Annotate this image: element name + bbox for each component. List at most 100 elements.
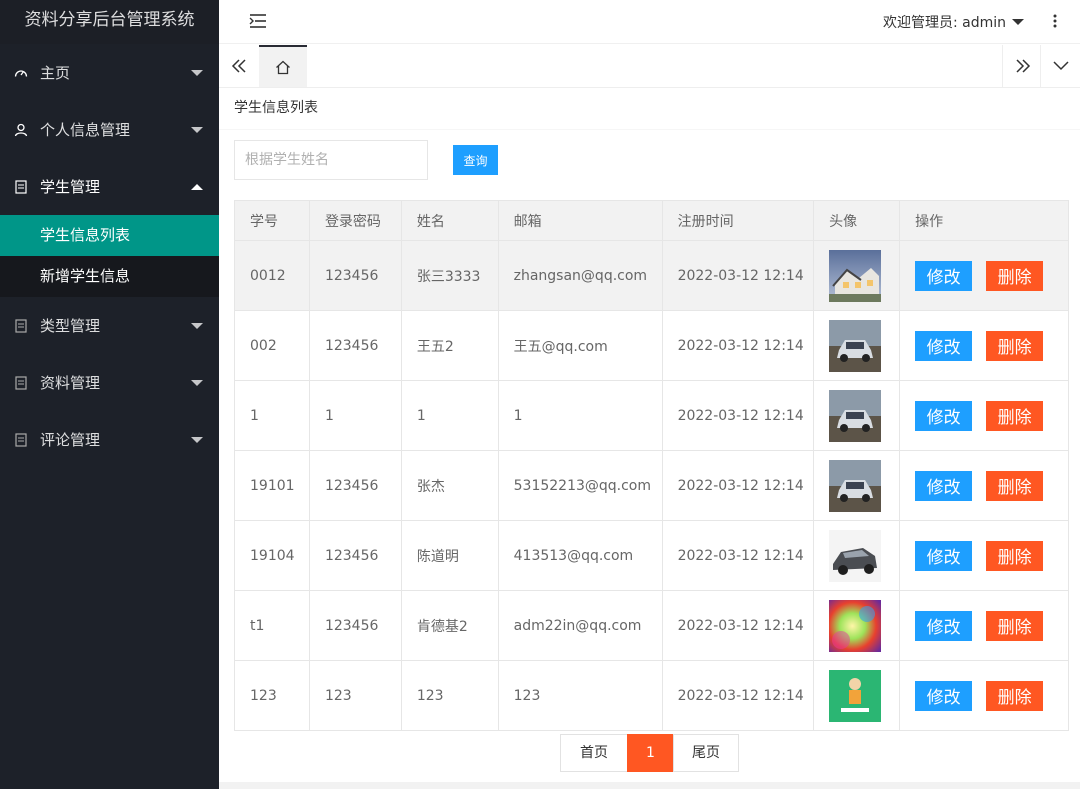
sidebar-item-label: 学生管理 — [40, 178, 101, 196]
cell-email: 1 — [497, 380, 663, 451]
cell-name: 肯德基2 — [400, 590, 499, 661]
edit-button[interactable]: 修改 — [915, 610, 973, 641]
cell-name: 张杰 — [400, 450, 499, 521]
sidebar-item-types[interactable]: 类型管理 — [0, 297, 219, 354]
cell-name: 王五2 — [400, 310, 499, 381]
delete-button[interactable]: 删除 — [986, 260, 1044, 291]
cell-id: 0012 — [234, 240, 310, 311]
cell-email: 413513@qq.com — [497, 520, 663, 591]
chevron-down-icon — [191, 69, 203, 76]
edit-button[interactable]: 修改 — [915, 470, 973, 501]
last-page-button[interactable]: 尾页 — [673, 734, 739, 772]
table-row: 0012 123456 张三3333 zhangsan@qq.com 2022-… — [234, 240, 1069, 311]
tabs-scroll-left-button[interactable] — [219, 45, 259, 87]
search-bar: 查询 — [234, 140, 498, 180]
cell-avatar — [813, 660, 901, 731]
cell-id: t1 — [234, 590, 310, 661]
tabs-menu-button[interactable] — [1040, 45, 1080, 87]
table-row: 1 1 1 1 2022-03-12 12:14 修改 删除 — [234, 380, 1069, 451]
sidebar-item-label: 主页 — [40, 64, 71, 82]
edit-button[interactable]: 修改 — [915, 330, 973, 361]
menu-fold-icon[interactable] — [249, 13, 267, 29]
cell-avatar — [813, 590, 901, 661]
sidebar-item-students[interactable]: 学生管理 — [0, 158, 219, 215]
delete-button[interactable]: 删除 — [986, 680, 1044, 711]
cell-email: 123 — [497, 660, 663, 731]
cell-name: 123 — [400, 660, 499, 731]
page-number-current[interactable]: 1 — [627, 734, 674, 772]
sidebar-item-label: 资料管理 — [40, 374, 101, 392]
cell-time: 2022-03-12 12:14 — [661, 310, 815, 381]
cell-email: 王五@qq.com — [497, 310, 663, 381]
cell-actions: 修改 删除 — [899, 450, 1069, 521]
sidebar-item-profile[interactable]: 个人信息管理 — [0, 101, 219, 158]
cell-avatar — [813, 310, 901, 381]
chevron-up-icon — [191, 183, 203, 190]
page-title: 学生信息列表 — [219, 88, 1080, 130]
user-menu[interactable]: 欢迎管理员: admin — [883, 12, 1024, 32]
document-icon — [14, 375, 28, 390]
edit-button[interactable]: 修改 — [915, 260, 973, 291]
cell-password: 123456 — [308, 520, 402, 591]
edit-button[interactable]: 修改 — [915, 400, 973, 431]
sidebar-item-student-list[interactable]: 学生信息列表 — [0, 215, 219, 256]
cell-time: 2022-03-12 12:14 — [661, 240, 815, 311]
tabs-scroll-right-button[interactable] — [1002, 45, 1042, 87]
document-icon — [14, 318, 28, 333]
cell-actions: 修改 删除 — [899, 380, 1069, 451]
cell-actions: 修改 删除 — [899, 310, 1069, 381]
cell-id: 19104 — [234, 520, 310, 591]
column-header: 头像 — [813, 200, 901, 241]
students-submenu: 学生信息列表 新增学生信息 — [0, 215, 219, 297]
first-page-button[interactable]: 首页 — [560, 734, 628, 772]
chevron-down-icon — [191, 379, 203, 386]
tab-bar — [219, 45, 1080, 88]
column-header: 学号 — [234, 200, 310, 241]
cell-password: 123 — [308, 660, 402, 731]
sidebar-item-materials[interactable]: 资料管理 — [0, 354, 219, 411]
cell-name: 陈道明 — [400, 520, 499, 591]
sidebar-item-add-student[interactable]: 新增学生信息 — [0, 256, 219, 297]
chevron-down-icon — [191, 126, 203, 133]
cell-actions: 修改 删除 — [899, 520, 1069, 591]
cell-password: 123456 — [308, 450, 402, 521]
colorful-photo-icon — [829, 599, 882, 652]
table-row: 19101 123456 张杰 53152213@qq.com 2022-03-… — [234, 450, 1069, 521]
car-photo-icon — [829, 389, 882, 442]
caret-down-icon — [1012, 19, 1024, 25]
delete-button[interactable]: 删除 — [986, 330, 1044, 361]
search-input[interactable] — [234, 140, 428, 180]
home-icon — [276, 60, 290, 74]
cell-id: 002 — [234, 310, 310, 381]
cell-actions: 修改 删除 — [899, 590, 1069, 661]
column-header: 操作 — [899, 200, 1069, 241]
delete-button[interactable]: 删除 — [986, 540, 1044, 571]
search-button[interactable]: 查询 — [453, 145, 498, 175]
table-header-row: 学号 登录密码 姓名 邮箱 注册时间 头像 操作 — [234, 200, 1069, 241]
sidebar-item-label: 评论管理 — [40, 431, 101, 449]
silver-car-photo-icon — [829, 529, 882, 582]
double-chevron-left-icon — [231, 59, 246, 73]
tab-home[interactable] — [259, 45, 307, 87]
edit-button[interactable]: 修改 — [915, 680, 973, 711]
sidebar-item-home[interactable]: 主页 — [0, 44, 219, 101]
column-header: 注册时间 — [661, 200, 815, 241]
cell-time: 2022-03-12 12:14 — [661, 660, 815, 731]
more-vertical-icon[interactable] — [1052, 12, 1058, 30]
cell-password: 123456 — [308, 240, 402, 311]
app-title: 资料分享后台管理系统 — [0, 0, 219, 44]
column-header: 姓名 — [400, 200, 499, 241]
delete-button[interactable]: 删除 — [986, 400, 1044, 431]
user-icon — [14, 123, 28, 137]
edit-button[interactable]: 修改 — [915, 540, 973, 571]
cell-email: 53152213@qq.com — [497, 450, 663, 521]
cell-password: 1 — [308, 380, 402, 451]
cell-avatar — [813, 380, 901, 451]
delete-button[interactable]: 删除 — [986, 470, 1044, 501]
sidebar-item-comments[interactable]: 评论管理 — [0, 411, 219, 468]
cell-time: 2022-03-12 12:14 — [661, 520, 815, 591]
main-content: 学生信息列表 查询 学号 登录密码 姓名 邮箱 注册时间 头像 操作 — [219, 88, 1080, 789]
table-row: t1 123456 肯德基2 adm22in@qq.com 2022-03-12… — [234, 590, 1069, 661]
delete-button[interactable]: 删除 — [986, 610, 1044, 641]
car-photo-icon — [829, 319, 882, 372]
